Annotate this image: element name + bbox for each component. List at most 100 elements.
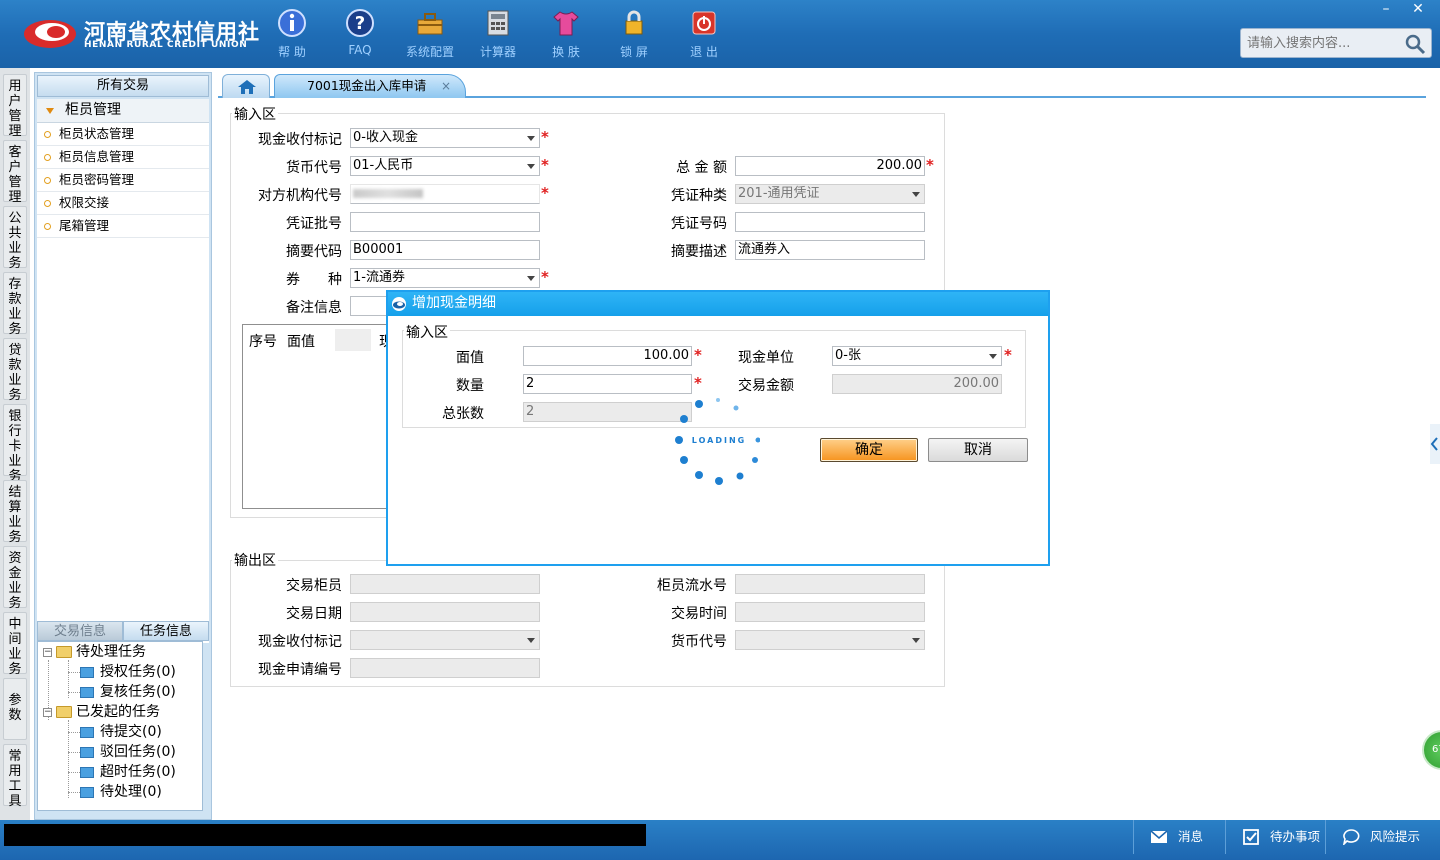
info-icon	[278, 9, 306, 37]
tab-transaction-info[interactable]: 交易信息	[37, 621, 123, 641]
checkbox-icon	[1243, 829, 1259, 845]
voucher-type-label: 凭证种类	[671, 188, 727, 204]
messages-button[interactable]: 消息	[1133, 820, 1225, 854]
output-teller-seq-label: 柜员流水号	[657, 578, 727, 594]
tab-task-info[interactable]: 任务信息	[123, 621, 209, 641]
tree-node-rejected[interactable]: 驳回任务(0)	[80, 742, 176, 762]
calculator-label: 计算器	[479, 45, 516, 59]
cash-unit-select[interactable]: 0-张	[832, 346, 1002, 366]
nav-list: 柜员状态管理 柜员信息管理 柜员密码管理 权限交接 尾箱管理	[37, 123, 209, 643]
minimize-button[interactable]: –	[1370, 0, 1402, 18]
vtab-settlement[interactable]: 结算业务	[3, 480, 27, 545]
vtab-intermediary[interactable]: 中间业务	[3, 612, 27, 677]
calculator-button[interactable]: 计算器	[468, 8, 528, 60]
voucher-batch-field[interactable]	[350, 212, 540, 232]
tab-home[interactable]	[222, 74, 270, 98]
tab-7001-cash-application[interactable]: 7001现金出入库申请 ×	[274, 74, 466, 98]
cancel-button[interactable]: 取消	[928, 438, 1028, 462]
remark-label: 备注信息	[286, 300, 342, 316]
tree-node-to-submit[interactable]: 待提交(0)	[80, 722, 162, 742]
vtab-customer-management[interactable]: 客户管理	[3, 140, 27, 205]
total-amount-label: 总 金 额	[676, 160, 727, 176]
denomination-field[interactable]: 100.00	[523, 346, 692, 366]
voucher-no-field[interactable]	[735, 212, 925, 232]
nav-item-teller-status[interactable]: 柜员状态管理	[37, 123, 209, 146]
exit-button[interactable]: 退 出	[674, 8, 734, 60]
cash-flag-select[interactable]: 0-收入现金	[350, 128, 540, 148]
vtab-loan[interactable]: 贷款业务	[3, 338, 27, 403]
nav-item-label: 柜员密码管理	[59, 172, 135, 187]
vtab-deposit[interactable]: 存款业务	[3, 272, 27, 337]
detail-grid: 序号 面值 现	[242, 324, 393, 509]
help-button[interactable]: 帮 助	[262, 8, 322, 60]
summary-code-field[interactable]: B00001	[350, 240, 540, 260]
voucher-type-select[interactable]: 201-通用凭证	[735, 184, 925, 204]
bullet-icon	[44, 177, 51, 184]
output-teller-label: 交易柜员	[286, 578, 342, 594]
nav-item-permission-handover[interactable]: 权限交接	[37, 192, 209, 215]
tab-close-icon[interactable]: ×	[441, 75, 451, 97]
tree-node-authorize[interactable]: 授权任务(0)	[80, 662, 176, 682]
vtab-parameters[interactable]: 参数	[3, 678, 27, 740]
todo-button[interactable]: 待办事项	[1225, 820, 1325, 854]
nav-item-teller-info[interactable]: 柜员信息管理	[37, 146, 209, 169]
counterparty-field[interactable]	[350, 184, 540, 204]
output-currency-select	[735, 630, 925, 650]
vtab-public-business[interactable]: 公共业务	[3, 206, 27, 271]
nav-item-tail-box[interactable]: 尾箱管理	[37, 215, 209, 238]
tree-node-pending[interactable]: − 待处理任务	[43, 642, 146, 662]
lock-screen-label: 锁 屏	[620, 45, 648, 59]
tree-node-to-process[interactable]: 待处理(0)	[80, 782, 162, 802]
skin-button[interactable]: 换 肤	[536, 8, 596, 60]
voucher-no-label: 凭证号码	[671, 216, 727, 232]
tree-node-review[interactable]: 复核任务(0)	[80, 682, 176, 702]
vtab-user-management[interactable]: 用户管理	[3, 74, 27, 139]
close-window-button[interactable]: ✕	[1402, 0, 1434, 18]
vtab-funds[interactable]: 资金业务	[3, 546, 27, 611]
total-amount-field[interactable]: 200.00	[735, 156, 925, 176]
dropdown-arrow-icon	[989, 354, 997, 359]
note-type-select[interactable]: 1-流通券	[350, 268, 540, 288]
todo-label: 待办事项	[1270, 829, 1321, 844]
required-mark: *	[541, 268, 549, 286]
mail-icon	[1150, 830, 1168, 843]
vtab-common-tools[interactable]: 常用工具	[3, 744, 27, 809]
home-icon	[238, 80, 256, 94]
faq-button[interactable]: ? FAQ	[330, 8, 390, 60]
task-icon	[80, 666, 94, 678]
required-mark: *	[541, 128, 549, 146]
search-icon[interactable]	[1403, 32, 1427, 56]
tree-node-initiated[interactable]: − 已发起的任务	[43, 702, 160, 722]
grid-header-seq: 序号	[249, 334, 277, 350]
system-config-button[interactable]: 系统配置	[400, 8, 460, 60]
quantity-field[interactable]: 2	[523, 374, 692, 394]
collapse-icon[interactable]: −	[43, 707, 52, 717]
collapse-icon[interactable]: −	[43, 647, 52, 657]
dialog-input-legend: 输入区	[404, 322, 450, 342]
loading-spinner-icon: LOADING	[675, 398, 760, 485]
nav-header[interactable]: 所有交易	[37, 75, 209, 97]
faq-label: FAQ	[348, 43, 372, 57]
lock-screen-button[interactable]: 锁 屏	[604, 8, 664, 60]
confirm-button[interactable]: 确定	[820, 438, 918, 462]
dropdown-arrow-icon	[527, 276, 535, 281]
search-input[interactable]	[1245, 33, 1401, 53]
collapse-right-panel-icon[interactable]	[1426, 424, 1440, 464]
tree-node-timeout[interactable]: 超时任务(0)	[80, 762, 176, 782]
summary-desc-field[interactable]: 流通券入	[735, 240, 925, 260]
cash-flag-label: 现金收付标记	[258, 132, 342, 148]
grid-header-denomination: 面值	[287, 334, 315, 350]
currency-select[interactable]: 01-人民币	[350, 156, 540, 176]
nav-item-teller-password[interactable]: 柜员密码管理	[37, 169, 209, 192]
risk-alert-button[interactable]: 风险提示	[1325, 820, 1440, 854]
nav-group-teller[interactable]: 柜员管理	[37, 99, 209, 123]
dialog-title: 增加现金明细	[412, 295, 496, 311]
status-message-area	[4, 824, 646, 846]
floating-badge[interactable]: 67	[1422, 730, 1440, 770]
logo: 河南省农村信用社 HENAN RURAL CREDIT UNION	[22, 12, 259, 56]
output-apply-no-label: 现金申请编号	[258, 662, 342, 678]
folder-icon	[56, 706, 72, 718]
nav-item-label: 尾箱管理	[59, 218, 110, 233]
tree-node-label: 待提交(0)	[100, 724, 162, 740]
vtab-bank-card[interactable]: 银行卡业务	[3, 404, 27, 484]
